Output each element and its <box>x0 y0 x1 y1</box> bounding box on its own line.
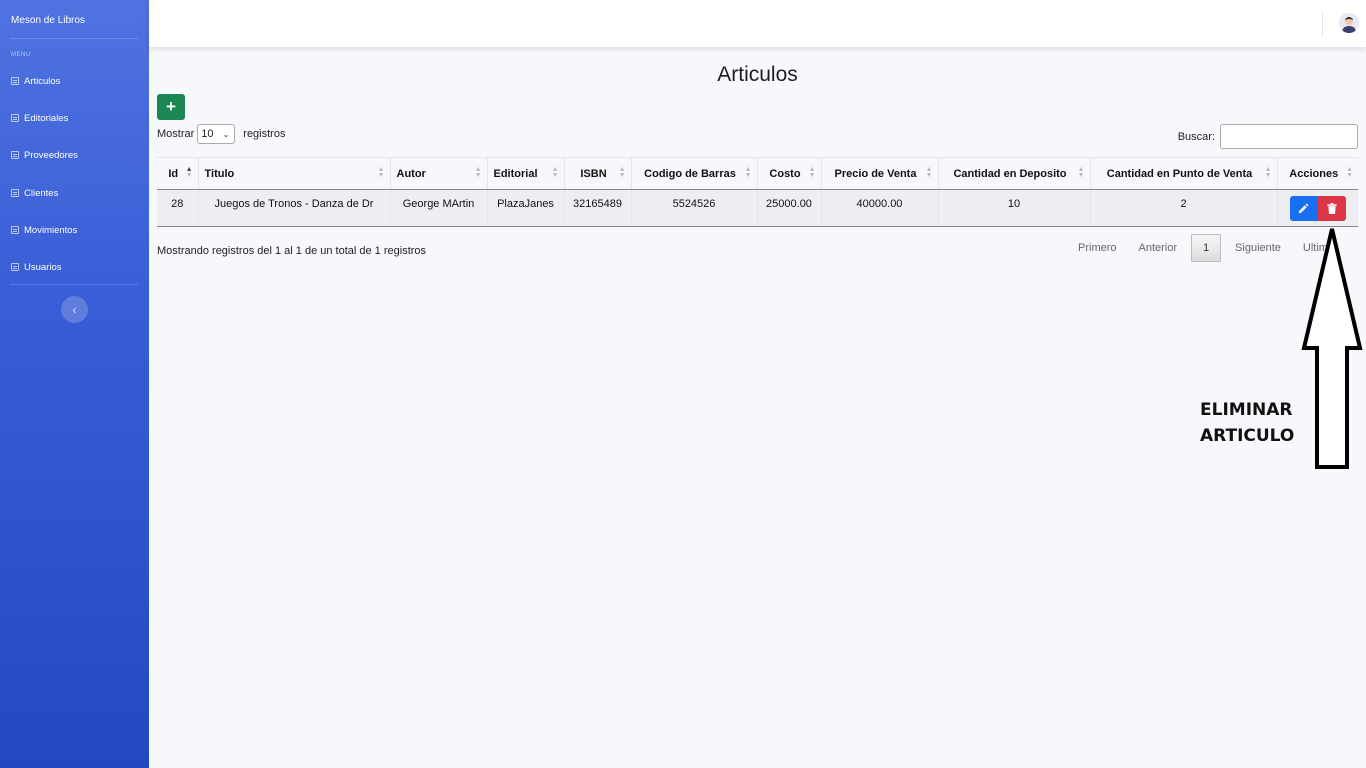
list-icon <box>11 263 19 271</box>
page-length-select[interactable]: 10 ⌄ <box>197 124 236 144</box>
sidebar-item-label: Editoriales <box>24 112 69 124</box>
list-icon <box>11 226 19 234</box>
chevron-left-icon: ‹ <box>72 302 77 317</box>
sidebar: Meson de Libros MENU Articulos Editorial… <box>0 0 149 768</box>
pagination-previous[interactable]: Anterior <box>1128 242 1189 254</box>
sort-icon: ▲ ▼ <box>1077 166 1085 179</box>
page-title: Articulos <box>717 63 798 86</box>
cell-autor: George MArtin <box>389 189 487 227</box>
delete-button[interactable] <box>1317 196 1346 221</box>
sidebar-item-label: Movimientos <box>24 224 78 236</box>
pagination-first[interactable]: Primero <box>1067 242 1128 254</box>
sort-icon: ▲ ▼ <box>925 166 933 179</box>
sort-icon: ▲ ▼ <box>808 166 816 179</box>
search-input[interactable] <box>1220 124 1358 149</box>
sort-icon: ▲ ▼ <box>474 166 482 179</box>
sort-icon: ▲ ▼ <box>551 166 559 179</box>
sidebar-divider <box>10 284 138 285</box>
cell-codigo-barras: 5524526 <box>630 189 757 227</box>
pagination-page-1[interactable]: 1 <box>1191 234 1222 262</box>
sidebar-item-label: Usuarios <box>24 261 62 273</box>
sidebar-item-label: Proveedores <box>24 149 78 161</box>
annotation-label: ELIMINAR ARTICULO <box>1200 397 1294 449</box>
sidebar-item-usuarios[interactable]: Usuarios <box>11 260 62 274</box>
annotation-line-1: ELIMINAR <box>1200 400 1293 420</box>
pencil-icon <box>1299 203 1309 214</box>
page-length-value: 10 <box>201 128 214 140</box>
column-header-autor[interactable]: Autor ▲ ▼ <box>389 157 487 190</box>
column-header-codigo-barras[interactable]: Codigo de Barras ▲ ▼ <box>630 157 757 190</box>
column-header-titulo[interactable]: Titulo ▲ ▼ <box>197 157 390 190</box>
topbar <box>149 0 1366 47</box>
pagination-next[interactable]: Siguiente <box>1224 242 1292 254</box>
sidebar-item-editoriales[interactable]: Editoriales <box>11 111 68 125</box>
list-icon <box>11 77 19 85</box>
topbar-divider <box>1322 10 1323 37</box>
sidebar-item-clientes[interactable]: Clientes <box>11 186 58 200</box>
sidebar-brand[interactable]: Meson de Libros <box>11 15 85 26</box>
list-icon <box>11 151 19 159</box>
table-info: Mostrando registros del 1 al 1 de un tot… <box>157 245 427 257</box>
column-header-id[interactable]: Id ▲ ▼ <box>157 157 198 190</box>
sidebar-toggle-button[interactable]: ‹ <box>61 296 88 323</box>
chevron-down-icon: ⌄ <box>222 129 230 139</box>
edit-button[interactable] <box>1289 196 1318 221</box>
column-header-precio-venta[interactable]: Precio de Venta ▲ ▼ <box>820 157 938 190</box>
column-header-cantidad-deposito[interactable]: Cantidad en Deposito ▲ ▼ <box>937 157 1090 190</box>
list-icon <box>11 114 19 122</box>
cell-id: 28 <box>157 189 198 227</box>
cell-editorial: PlazaJanes <box>486 189 564 227</box>
table-header-row: Id ▲ ▼ Titulo ▲ ▼ Autor ▲ ▼ Editorial ▲ ▼ IS… <box>157 157 1358 190</box>
sidebar-divider <box>10 38 138 39</box>
list-icon <box>11 189 19 197</box>
column-header-costo[interactable]: Costo ▲ ▼ <box>756 157 821 190</box>
sort-icon: ▲ ▼ <box>377 166 385 179</box>
sidebar-menu-heading: MENU <box>11 52 31 58</box>
sidebar-item-movimientos[interactable]: Movimientos <box>11 223 77 237</box>
sort-icon: ▲ ▼ <box>1346 166 1353 179</box>
sort-icon: ▲ ▼ <box>744 166 752 179</box>
trash-icon <box>1327 203 1337 214</box>
column-header-isbn[interactable]: ISBN ▲ ▼ <box>563 157 631 190</box>
user-avatar-icon[interactable] <box>1339 13 1359 33</box>
column-header-acciones[interactable]: Acciones ▲ ▼ <box>1276 157 1358 190</box>
add-article-button[interactable]: + <box>157 94 185 120</box>
cell-titulo: Juegos de Tronos - Danza de Dr <box>197 189 390 227</box>
sort-icon: ▲ ▼ <box>1264 166 1272 179</box>
page-length-control: Mostrar 10 ⌄ registros <box>157 124 285 144</box>
sidebar-item-label: Articulos <box>24 75 61 87</box>
search-control: Buscar: <box>1178 124 1358 149</box>
cell-cantidad-punto-venta: 2 <box>1089 189 1277 227</box>
cell-precio-venta: 40000.00 <box>820 189 938 227</box>
cell-acciones <box>1276 189 1358 227</box>
cell-cantidad-deposito: 10 <box>937 189 1090 227</box>
row-actions <box>1289 196 1346 221</box>
column-header-cantidad-punto-venta[interactable]: Cantidad en Punto de Venta ▲ ▼ <box>1089 157 1277 190</box>
sidebar-item-label: Clientes <box>24 187 59 199</box>
sidebar-item-proveedores[interactable]: Proveedores <box>11 148 78 162</box>
sort-icon: ▲ ▼ <box>618 166 626 179</box>
length-prefix-label: Mostrar <box>157 128 195 140</box>
annotation-line-2: ARTICULO <box>1200 426 1295 446</box>
sort-asc-icon: ▲ ▼ <box>185 166 193 179</box>
search-label: Buscar: <box>1177 130 1215 143</box>
cell-isbn: 32165489 <box>563 189 631 227</box>
table-row: 28 Juegos de Tronos - Danza de Dr George… <box>157 189 1358 227</box>
sidebar-item-articulos[interactable]: Articulos <box>11 74 60 88</box>
cell-costo: 25000.00 <box>756 189 821 227</box>
articles-table: Id ▲ ▼ Titulo ▲ ▼ Autor ▲ ▼ Editorial ▲ ▼ IS… <box>157 157 1358 227</box>
column-header-editorial[interactable]: Editorial ▲ ▼ <box>486 157 564 190</box>
length-suffix-label: registros <box>243 128 286 140</box>
plus-icon: + <box>166 97 176 116</box>
annotation-arrow-icon <box>1301 228 1363 469</box>
